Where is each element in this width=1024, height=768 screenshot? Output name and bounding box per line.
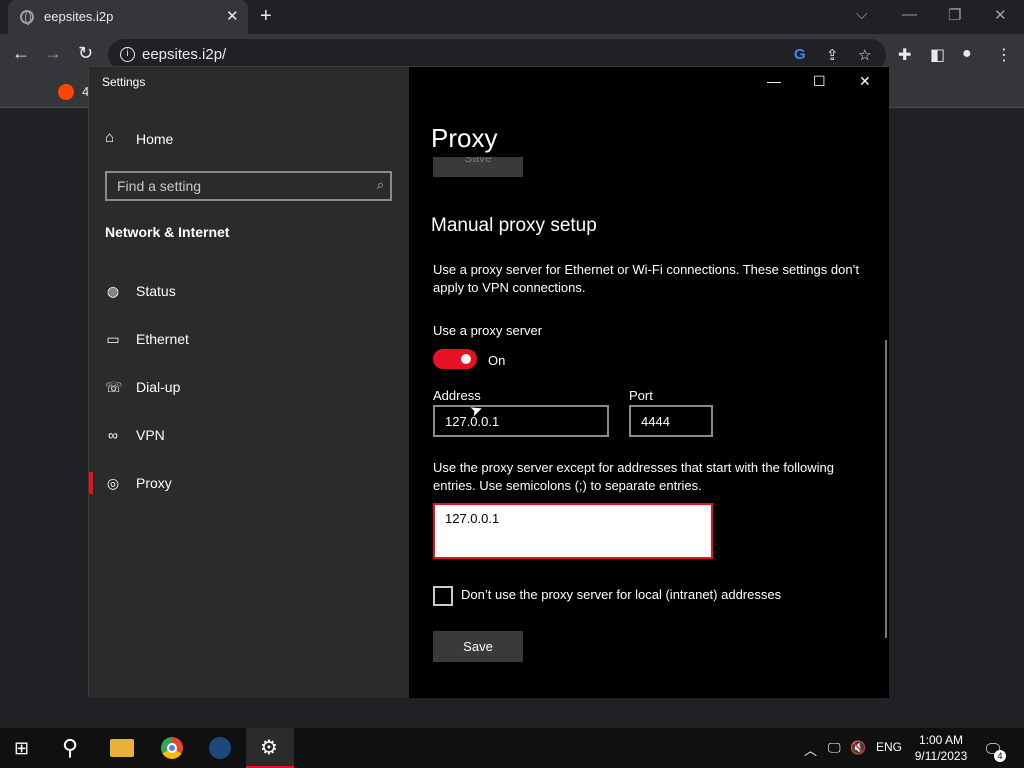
tab-search-icon[interactable]: ⌵: [856, 6, 867, 23]
tab-title: eepsites.i2p: [44, 9, 114, 24]
reddit-bookmark-icon[interactable]: [58, 84, 74, 100]
port-field[interactable]: [629, 405, 713, 437]
find-setting-box[interactable]: ⌕: [105, 171, 392, 201]
browser-minimize-button[interactable]: —: [902, 6, 917, 23]
site-info-icon[interactable]: i: [120, 47, 135, 62]
share-icon[interactable]: ⇪: [826, 46, 839, 64]
settings-close-button[interactable]: ✕: [859, 73, 871, 90]
chrome-icon: [161, 737, 183, 759]
bypass-local-label[interactable]: Don’t use the proxy server for local (in…: [461, 587, 781, 602]
ethernet-icon: ▭: [106, 331, 120, 347]
google-lens-icon[interactable]: G: [794, 46, 806, 63]
desktop-screen: eepsites.i2p ✕ + ⌵ — ❐ ✕ ← → ↻ i eepsite…: [0, 0, 1024, 768]
settings-taskbar-button[interactable]: ⚙: [246, 728, 294, 768]
globe-favicon-icon: [20, 10, 34, 25]
sidebar-item-dial-up[interactable]: ☏ Dial-up: [89, 367, 409, 407]
search-icon[interactable]: ⌕: [377, 177, 384, 193]
toggle-state-label: On: [488, 353, 506, 368]
manual-proxy-description: Use a proxy server for Ethernet or Wi-Fi…: [433, 262, 860, 295]
sidebar-item-proxy[interactable]: ◎ Proxy: [89, 463, 409, 503]
settings-sidebar: Settings ⌂ Home ⌕ Network & Internet ◍ S…: [89, 67, 409, 698]
chrome-taskbar-button[interactable]: [148, 728, 196, 768]
sidebar-item-vpn[interactable]: ∞ VPN: [89, 415, 409, 455]
dial-up-icon: ☏: [105, 379, 123, 395]
start-button[interactable]: ⊞: [0, 728, 48, 768]
windows-logo-icon: ⊞: [14, 738, 30, 758]
windows-taskbar: ⊞ ⚲ ⚙ ︿ 🖵 🔇 ENG 1:00 AM 9/11/2023 🗨 4: [0, 728, 1024, 768]
clock[interactable]: 1:00 AM 9/11/2023: [914, 732, 968, 764]
browser-tab-strip: eepsites.i2p ✕ + ⌵ — ❐ ✕: [0, 0, 1024, 34]
search-icon: ⚲: [62, 735, 79, 760]
save-button[interactable]: Save: [433, 631, 523, 662]
use-proxy-toggle[interactable]: [433, 349, 477, 369]
sidebar-item-status[interactable]: ◍ Status: [89, 271, 409, 311]
clock-time: 1:00 AM: [918, 733, 964, 747]
steam-icon: [209, 737, 231, 759]
bookmark-star-icon[interactable]: ☆: [858, 46, 871, 64]
bypass-local-checkbox[interactable]: [433, 586, 453, 606]
settings-window: Settings ⌂ Home ⌕ Network & Internet ◍ S…: [88, 66, 889, 698]
search-button[interactable]: ⚲: [48, 728, 96, 768]
settings-maximize-button[interactable]: ☐: [813, 73, 826, 90]
browser-close-button[interactable]: ✕: [994, 6, 1007, 24]
selection-indicator: [89, 472, 93, 494]
manual-proxy-heading: Manual proxy setup: [431, 215, 597, 236]
forward-button[interactable]: →: [44, 43, 62, 64]
home-label: Home: [136, 131, 174, 147]
section-title: Network & Internet: [105, 224, 230, 240]
globe-status-icon: ◍: [106, 283, 120, 299]
profile-icon[interactable]: ●: [962, 45, 972, 63]
notification-count-badge: 4: [994, 750, 1006, 762]
proxy-content-pane: — ☐ ✕ Proxy Save Manual proxy setup Use …: [409, 67, 889, 698]
extensions-icon[interactable]: ✚: [898, 45, 911, 65]
find-setting-input[interactable]: [107, 173, 362, 199]
back-button[interactable]: ←: [12, 43, 30, 64]
use-proxy-label: Use a proxy server: [433, 323, 543, 338]
port-label: Port: [629, 388, 653, 403]
language-indicator[interactable]: ENG: [876, 740, 902, 754]
address-bar-url[interactable]: eepsites.i2p/: [142, 46, 226, 63]
file-explorer-button[interactable]: [98, 728, 146, 768]
browser-restore-button[interactable]: ❐: [948, 6, 961, 24]
exceptions-field[interactable]: 127.0.0.1: [433, 503, 713, 559]
menu-kebab-icon[interactable]: ⋮: [996, 45, 1012, 65]
settings-minimize-button[interactable]: —: [767, 73, 781, 89]
reload-button[interactable]: ↻: [78, 43, 93, 64]
home-icon: ⌂: [105, 129, 115, 146]
network-icon[interactable]: 🖵: [828, 740, 841, 756]
settings-window-title: Settings: [102, 75, 146, 89]
globe-icon: ◎: [106, 475, 120, 491]
folder-icon: [110, 739, 134, 757]
sidebar-item-label: Ethernet: [136, 331, 189, 347]
side-panel-icon[interactable]: ◧: [930, 45, 945, 65]
tab-close-icon[interactable]: ✕: [226, 7, 239, 25]
sidebar-item-label: Proxy: [136, 475, 172, 491]
sidebar-item-label: Dial-up: [136, 379, 181, 395]
browser-tab[interactable]: eepsites.i2p ✕: [8, 0, 248, 34]
page-title: Proxy: [431, 123, 498, 153]
content-scrollbar[interactable]: [885, 340, 887, 638]
gear-icon: ⚙: [260, 737, 278, 759]
sidebar-item-label: VPN: [136, 427, 165, 443]
steam-taskbar-button[interactable]: [196, 728, 244, 768]
sidebar-item-ethernet[interactable]: ▭ Ethernet: [89, 319, 409, 359]
new-tab-button[interactable]: +: [260, 5, 272, 28]
show-hidden-icons-icon[interactable]: ︿: [804, 740, 817, 759]
toggle-knob: [461, 354, 471, 364]
clock-date: 9/11/2023: [914, 749, 968, 763]
sidebar-item-label: Status: [136, 283, 176, 299]
exceptions-label: Use the proxy server except for addresse…: [433, 460, 835, 493]
volume-muted-icon[interactable]: 🔇: [850, 740, 866, 756]
vpn-icon: ∞: [108, 427, 118, 443]
address-field[interactable]: [433, 405, 609, 437]
scrolled-save-button[interactable]: Save: [433, 157, 523, 177]
